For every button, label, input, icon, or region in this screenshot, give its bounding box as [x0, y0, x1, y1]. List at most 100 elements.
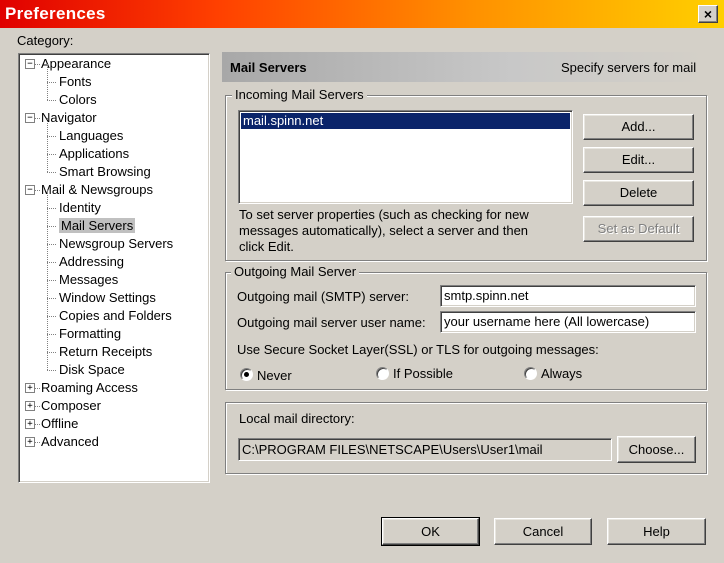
edit-button[interactable]: Edit... — [583, 147, 694, 173]
tree-item-label: Roaming Access — [41, 380, 138, 395]
tree-item[interactable]: Languages — [59, 127, 123, 144]
tree-item-label: Navigator — [41, 110, 97, 125]
tree-connector — [47, 352, 56, 353]
tree-connector — [47, 280, 48, 298]
tree-item-label: Applications — [59, 146, 130, 161]
tree-item[interactable]: Copies and Folders — [59, 307, 172, 324]
tree-connector — [47, 190, 48, 208]
ssl-if-possible-label[interactable]: If Possible — [393, 366, 453, 381]
tree-item[interactable]: Mail Servers — [59, 217, 136, 234]
expand-icon[interactable]: + — [25, 419, 35, 429]
expand-icon[interactable]: + — [25, 383, 35, 393]
tree-connector — [35, 64, 40, 65]
tree-connector — [47, 262, 48, 280]
tree-item[interactable]: Navigator — [41, 109, 97, 126]
tree-connector — [35, 118, 40, 119]
tree-item[interactable]: Addressing — [59, 253, 124, 270]
incoming-help-text-2: messages automatically), select a server… — [239, 223, 529, 238]
tree-connector — [47, 226, 48, 244]
collapse-icon[interactable]: − — [25, 185, 35, 195]
delete-button[interactable]: Delete — [583, 180, 694, 206]
tree-item-label: Formatting — [59, 326, 122, 341]
tree-connector — [47, 136, 48, 154]
tree-item[interactable]: Smart Browsing — [59, 163, 151, 180]
tree-item[interactable]: Return Receipts — [59, 343, 152, 360]
panel-subtitle: Specify servers for mail — [561, 60, 697, 75]
tree-connector — [47, 154, 56, 155]
ssl-never-radio[interactable] — [240, 368, 253, 381]
close-icon[interactable]: × — [698, 5, 718, 23]
tree-connector — [47, 298, 56, 299]
tree-connector — [47, 100, 56, 101]
collapse-icon[interactable]: − — [25, 59, 35, 69]
tree-item[interactable]: Newsgroup Servers — [59, 235, 173, 252]
ok-button[interactable]: OK — [381, 517, 480, 546]
tree-connector — [47, 244, 48, 262]
tree-connector — [47, 208, 48, 226]
tree-item[interactable]: Disk Space — [59, 361, 125, 378]
category-label: Category: — [17, 33, 74, 48]
tree-item[interactable]: Colors — [59, 91, 97, 108]
smtp-server-field[interactable]: smtp.spinn.net — [440, 285, 696, 307]
tree-connector — [47, 208, 56, 209]
category-tree[interactable]: Appearance − Fonts Colors Navigator − Language… — [18, 53, 210, 483]
ssl-always-radio[interactable] — [524, 367, 537, 380]
panel-title: Mail Servers — [230, 60, 307, 75]
tree-item[interactable]: Composer — [41, 397, 101, 414]
tree-item-label: Colors — [59, 92, 97, 107]
list-item[interactable]: mail.spinn.net — [241, 113, 570, 129]
help-button[interactable]: Help — [607, 518, 706, 545]
tree-connector — [47, 262, 56, 263]
tree-item-label: Disk Space — [59, 362, 125, 377]
tree-item[interactable]: Offline — [41, 415, 78, 432]
tree-connector — [47, 334, 56, 335]
incoming-help-text-3: click Edit. — [239, 239, 294, 254]
tree-item-label: Window Settings — [59, 290, 156, 305]
tree-item-label: Addressing — [59, 254, 125, 269]
tree-connector — [47, 298, 48, 316]
incoming-help-text-1: To set server properties (such as checki… — [239, 207, 529, 222]
tree-connector — [35, 424, 40, 425]
tree-item[interactable]: Mail & Newsgroups — [41, 181, 153, 198]
add-button[interactable]: Add... — [583, 114, 694, 140]
collapse-icon[interactable]: − — [25, 113, 35, 123]
tree-connector — [47, 334, 48, 352]
tree-item[interactable]: Applications — [59, 145, 129, 162]
tree-item-label: Fonts — [59, 74, 92, 89]
tree-item-label: Messages — [59, 272, 119, 287]
tree-connector — [35, 388, 40, 389]
tree-connector — [35, 190, 40, 191]
tree-item-label: Composer — [41, 398, 101, 413]
tree-connector — [47, 316, 48, 334]
incoming-legend: Incoming Mail Servers — [232, 87, 367, 102]
ssl-if-possible-radio[interactable] — [376, 367, 389, 380]
tree-item[interactable]: Appearance — [41, 55, 111, 72]
local-directory-field[interactable]: C:\PROGRAM FILES\NETSCAPE\Users\User1\ma… — [238, 438, 612, 461]
ssl-never-label[interactable]: Never — [257, 368, 292, 383]
set-default-button[interactable]: Set as Default — [583, 216, 694, 242]
expand-icon[interactable]: + — [25, 401, 35, 411]
smtp-label: Outgoing mail (SMTP) server: — [237, 289, 409, 304]
expand-icon[interactable]: + — [25, 437, 35, 447]
tree-item[interactable]: Roaming Access — [41, 379, 138, 396]
ssl-always-label[interactable]: Always — [541, 366, 582, 381]
tree-item[interactable]: Advanced — [41, 433, 99, 450]
tree-item[interactable]: Fonts — [59, 73, 92, 90]
tree-item[interactable]: Identity — [59, 199, 101, 216]
window-title: Preferences — [5, 4, 106, 23]
tree-item-label: Advanced — [41, 434, 99, 449]
tree-item[interactable]: Formatting — [59, 325, 121, 342]
title-bar[interactable] — [0, 0, 724, 28]
tree-item[interactable]: Messages — [59, 271, 118, 288]
local-directory-label: Local mail directory: — [239, 411, 355, 426]
tree-connector — [47, 136, 56, 137]
tree-item-label: Offline — [41, 416, 79, 431]
tree-item-label: Copies and Folders — [59, 308, 172, 323]
tree-item-label: Mail & Newsgroups — [41, 182, 153, 197]
tree-connector — [47, 226, 56, 227]
cancel-button[interactable]: Cancel — [494, 518, 592, 545]
tree-item[interactable]: Window Settings — [59, 289, 156, 306]
incoming-server-list[interactable]: mail.spinn.net — [238, 110, 573, 204]
choose-button[interactable]: Choose... — [617, 436, 696, 463]
smtp-username-field[interactable]: your username here (All lowercase) — [440, 311, 696, 333]
